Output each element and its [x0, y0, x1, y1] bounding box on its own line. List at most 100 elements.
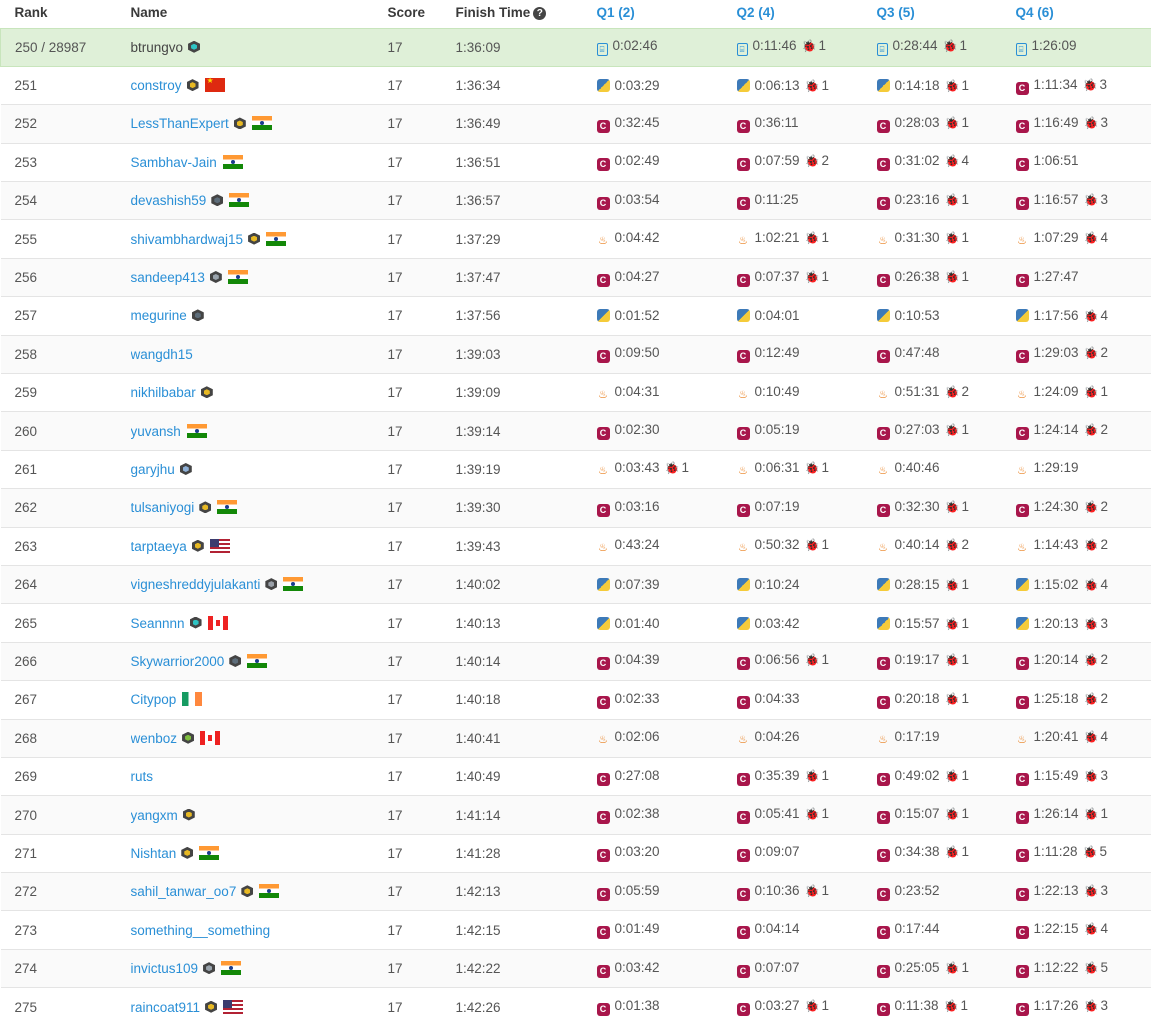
user-link[interactable]: sahil_tanwar_oo7 [131, 884, 237, 899]
cpp-icon[interactable]: C [596, 503, 610, 517]
cpp-icon[interactable]: C [876, 849, 890, 863]
cpp-icon[interactable]: C [736, 887, 750, 901]
python-icon[interactable] [876, 578, 890, 592]
user-link[interactable]: Seannnn [131, 616, 185, 631]
cpp-icon[interactable]: C [876, 1003, 890, 1017]
user-link[interactable]: megurine [131, 308, 187, 323]
cpp-icon[interactable]: C [736, 158, 750, 172]
cpp-icon[interactable]: C [736, 772, 750, 786]
java-icon[interactable]: ♨ [597, 389, 610, 402]
user-link[interactable]: something__something [131, 923, 271, 938]
cpp-icon[interactable]: C [736, 926, 750, 940]
cpp-icon[interactable]: C [1015, 657, 1029, 671]
solution-doc-icon[interactable]: ⌸ [736, 43, 748, 57]
cpp-icon[interactable]: C [736, 657, 750, 671]
python-icon[interactable] [596, 578, 610, 592]
cpp-icon[interactable]: C [876, 695, 890, 709]
java-icon[interactable]: ♨ [1016, 542, 1029, 555]
java-icon[interactable]: ♨ [737, 734, 750, 747]
user-link[interactable]: tulsaniyogi [131, 500, 195, 515]
cpp-icon[interactable]: C [876, 503, 890, 517]
cpp-icon[interactable]: C [596, 273, 610, 287]
user-link[interactable]: nikhilbabar [131, 385, 196, 400]
python-icon[interactable] [736, 578, 750, 592]
java-icon[interactable]: ♨ [877, 235, 890, 248]
user-link[interactable]: wangdh15 [131, 347, 193, 362]
cpp-icon[interactable]: C [876, 427, 890, 441]
solution-doc-icon[interactable]: ⌸ [1015, 43, 1027, 57]
java-icon[interactable]: ♨ [597, 235, 610, 248]
user-link[interactable]: Citypop [131, 692, 177, 707]
cpp-icon[interactable]: C [596, 964, 610, 978]
python-icon[interactable] [1015, 578, 1029, 592]
java-icon[interactable]: ♨ [737, 235, 750, 248]
cpp-icon[interactable]: C [1015, 158, 1029, 172]
help-icon[interactable]: ? [533, 7, 547, 20]
cpp-icon[interactable]: C [736, 849, 750, 863]
user-link[interactable]: sandeep413 [131, 270, 205, 285]
cpp-icon[interactable]: C [596, 196, 610, 210]
java-icon[interactable]: ♨ [1016, 235, 1029, 248]
cpp-icon[interactable]: C [596, 1003, 610, 1017]
cpp-icon[interactable]: C [876, 158, 890, 172]
cpp-icon[interactable]: C [876, 772, 890, 786]
cpp-icon[interactable]: C [596, 119, 610, 133]
java-icon[interactable]: ♨ [597, 465, 610, 478]
java-icon[interactable]: ♨ [877, 389, 890, 402]
user-link[interactable]: yuvansh [131, 424, 181, 439]
user-link[interactable]: garyjhu [131, 462, 175, 477]
cpp-icon[interactable]: C [1015, 695, 1029, 709]
user-link[interactable]: wenboz [131, 731, 178, 746]
cpp-icon[interactable]: C [876, 926, 890, 940]
user-link[interactable]: btrungvo [131, 40, 184, 55]
user-link[interactable]: LessThanExpert [131, 116, 229, 131]
solution-doc-icon[interactable]: ⌸ [876, 43, 888, 57]
cpp-icon[interactable]: C [736, 427, 750, 441]
cpp-icon[interactable]: C [876, 887, 890, 901]
python-icon[interactable] [1015, 616, 1029, 630]
cpp-icon[interactable]: C [1015, 811, 1029, 824]
cpp-icon[interactable]: C [876, 657, 890, 671]
cpp-icon[interactable]: C [596, 158, 610, 172]
cpp-icon[interactable]: C [876, 811, 890, 824]
cpp-icon[interactable]: C [1015, 772, 1029, 786]
cpp-icon[interactable]: C [1015, 81, 1029, 95]
cpp-icon[interactable]: C [736, 273, 750, 287]
q4-header[interactable]: Q4 (6) [1015, 0, 1151, 28]
cpp-icon[interactable]: C [1015, 427, 1029, 441]
user-link[interactable]: Sambhav-Jain [131, 155, 217, 170]
python-icon[interactable] [596, 79, 610, 93]
cpp-icon[interactable]: C [736, 350, 750, 364]
cpp-icon[interactable]: C [736, 119, 750, 133]
user-link[interactable]: raincoat911 [131, 1000, 201, 1015]
q1-header[interactable]: Q1 (2) [596, 0, 737, 28]
cpp-icon[interactable]: C [736, 695, 750, 709]
python-icon[interactable] [1015, 309, 1029, 323]
user-link[interactable]: vigneshreddyjulakanti [131, 577, 261, 592]
python-icon[interactable] [876, 616, 890, 630]
solution-doc-icon[interactable]: ⌸ [596, 43, 608, 57]
user-link[interactable]: Nishtan [131, 846, 177, 861]
cpp-icon[interactable]: C [736, 1003, 750, 1017]
cpp-icon[interactable]: C [876, 273, 890, 287]
java-icon[interactable]: ♨ [1016, 465, 1029, 478]
cpp-icon[interactable]: C [736, 196, 750, 210]
java-icon[interactable]: ♨ [1016, 389, 1029, 402]
user-link[interactable]: invictus109 [131, 961, 199, 976]
cpp-icon[interactable]: C [596, 657, 610, 671]
java-icon[interactable]: ♨ [597, 542, 610, 555]
cpp-icon[interactable]: C [1015, 196, 1029, 210]
cpp-icon[interactable]: C [876, 119, 890, 133]
cpp-icon[interactable]: C [736, 964, 750, 978]
cpp-icon[interactable]: C [1015, 1003, 1029, 1017]
cpp-icon[interactable]: C [596, 350, 610, 364]
cpp-icon[interactable]: C [1015, 273, 1029, 287]
cpp-icon[interactable]: C [736, 503, 750, 517]
cpp-icon[interactable]: C [596, 849, 610, 863]
python-icon[interactable] [736, 309, 750, 323]
cpp-icon[interactable]: C [876, 350, 890, 364]
cpp-icon[interactable]: C [1015, 849, 1029, 863]
python-icon[interactable] [876, 309, 890, 323]
cpp-icon[interactable]: C [1015, 503, 1029, 517]
q3-header[interactable]: Q3 (5) [876, 0, 1016, 28]
